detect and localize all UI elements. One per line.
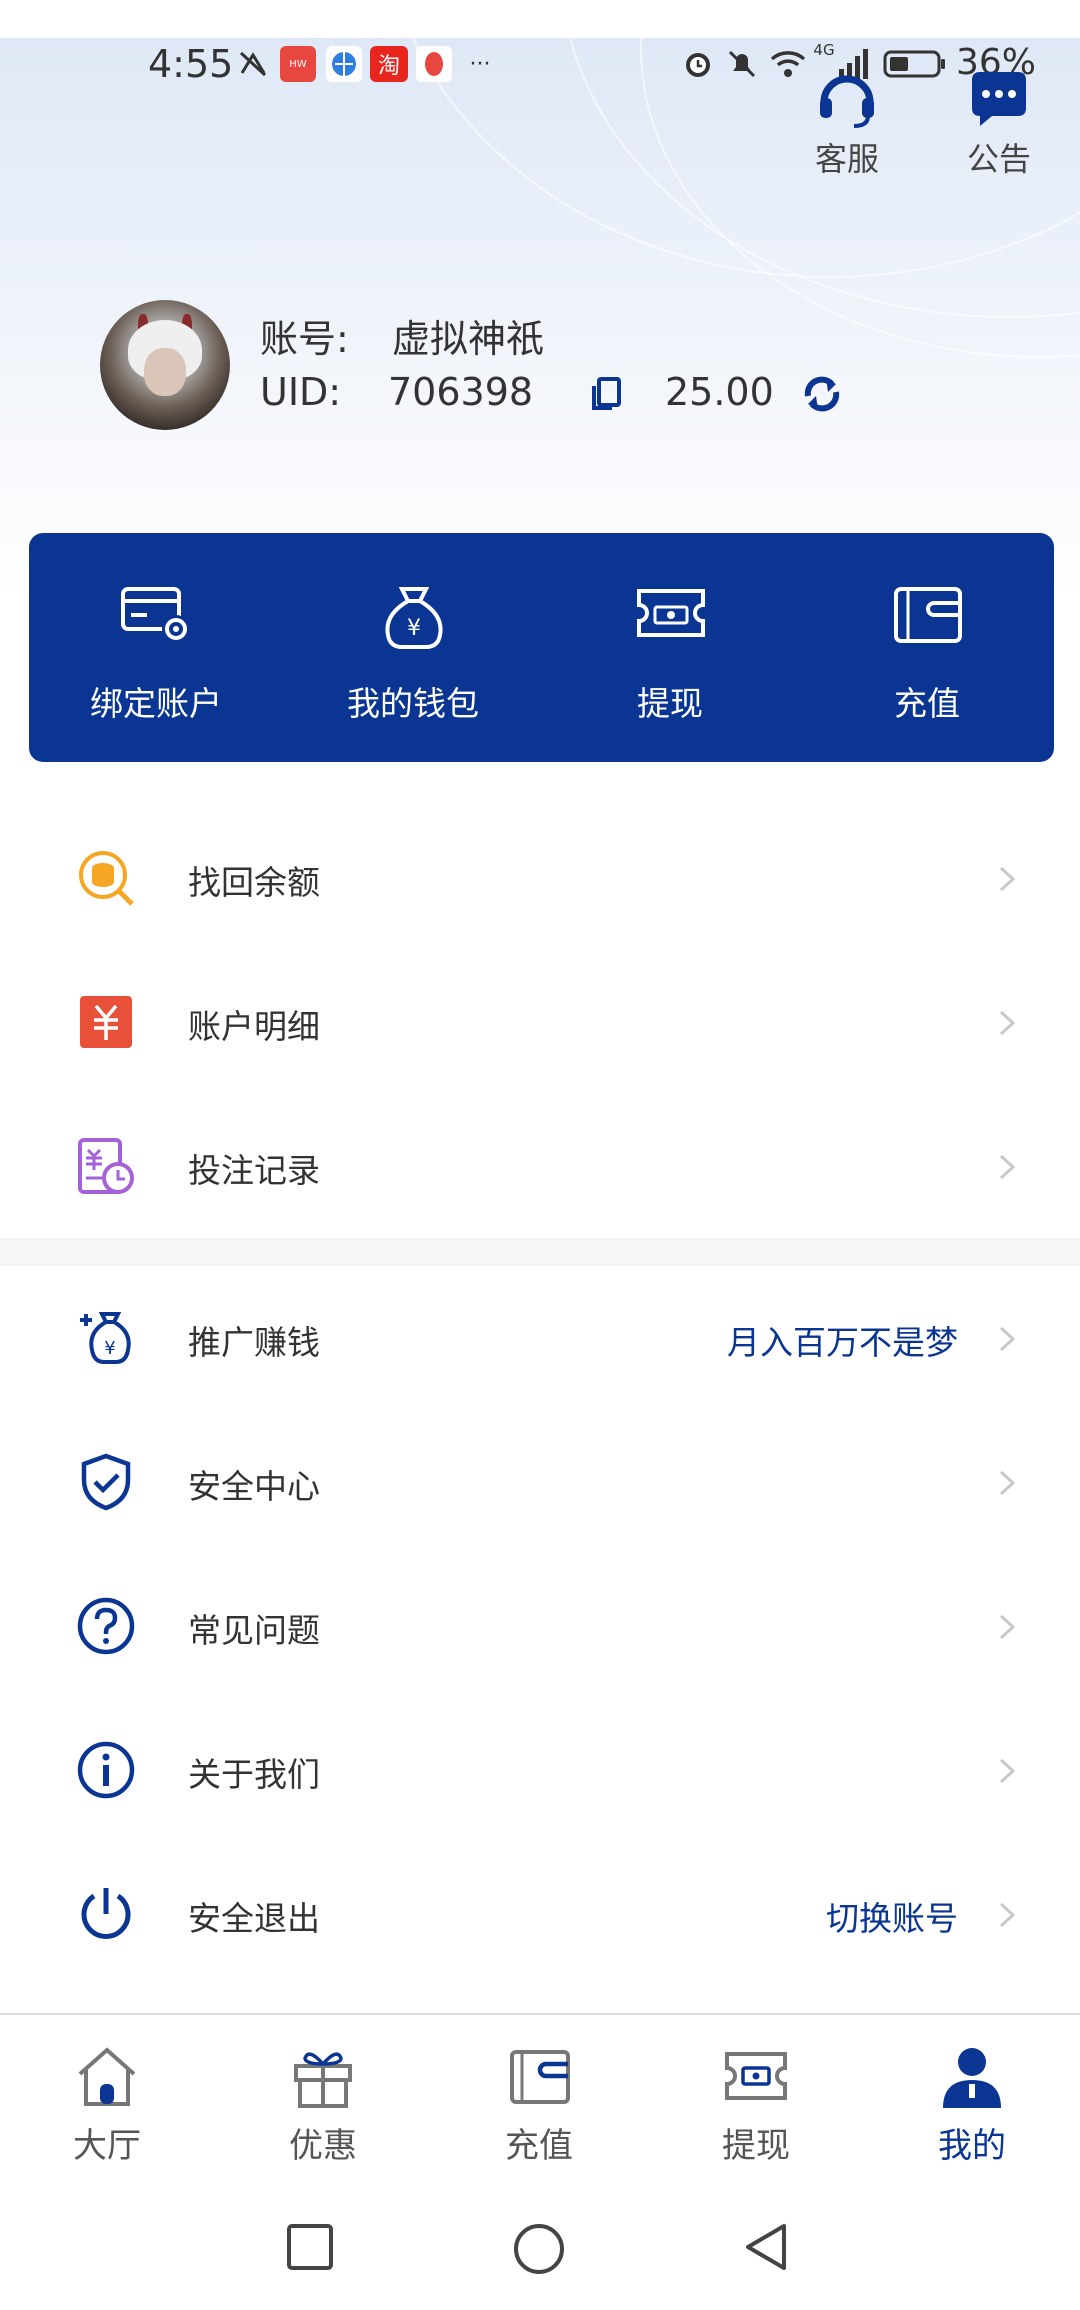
copy-icon[interactable] <box>590 376 624 418</box>
account-label: 账号: <box>260 317 349 361</box>
question-icon <box>77 1597 135 1655</box>
tab-label: 充值 <box>505 2126 573 2166</box>
menu-label: 推广赚钱 <box>188 1323 320 1362</box>
recents-button[interactable] <box>285 2222 335 2272</box>
account-name: 虚拟神祇 <box>392 317 545 361</box>
my-wallet-button[interactable]: ¥ 我的钱包 <box>313 583 513 723</box>
more-notifications-icon: ··· <box>469 51 491 77</box>
balance-value: 25.00 <box>665 370 774 414</box>
announcement-label: 公告 <box>966 140 1031 178</box>
svg-text:¥: ¥ <box>104 1338 115 1359</box>
menu-item-security-center[interactable]: 安全中心 <box>0 1410 1080 1554</box>
huawei-app-icon: HW <box>280 46 316 82</box>
announcement-button[interactable]: 公告 <box>944 64 1054 184</box>
uid-label: UID: <box>260 370 342 414</box>
ticket-icon <box>725 2052 787 2100</box>
menu-item-account-details[interactable]: 账户明细 <box>0 950 1080 1094</box>
status-bar: 4:55 HW 淘 ··· 4G 36% <box>0 38 1080 90</box>
bind-account-label: 绑定账户 <box>90 684 222 723</box>
menu-label: 安全中心 <box>188 1467 320 1506</box>
wallet-icon <box>894 587 962 643</box>
tab-label: 提现 <box>722 2126 790 2166</box>
card-gear-icon <box>121 587 190 643</box>
withdraw-button[interactable]: 提现 <box>570 583 770 723</box>
menu-label: 账户明细 <box>188 1007 320 1046</box>
tab-lobby[interactable]: 大厅 <box>17 2040 197 2170</box>
alarm-icon <box>680 46 716 82</box>
gift-icon <box>294 2052 352 2108</box>
refresh-icon[interactable] <box>800 374 844 418</box>
red-app-icon <box>416 46 452 82</box>
taobao-app-icon: 淘 <box>370 46 408 82</box>
user-icon <box>943 2048 1001 2108</box>
home-icon <box>78 2047 136 2106</box>
tab-bar-divider <box>0 2013 1080 2015</box>
top-strip <box>0 0 1080 38</box>
uid-value: 706398 <box>388 370 534 414</box>
chevron-right-icon <box>999 1902 1016 1928</box>
money-bag-icon: ¥ <box>385 587 443 649</box>
status-time: 4:55 <box>148 42 234 86</box>
chevron-right-icon <box>999 1326 1016 1352</box>
chat-bubble-icon <box>972 72 1026 126</box>
tab-withdraw[interactable]: 提现 <box>666 2040 846 2170</box>
chevron-right-icon <box>999 1470 1016 1496</box>
bet-record-icon <box>78 1138 134 1194</box>
my-wallet-label: 我的钱包 <box>347 684 479 723</box>
bind-account-button[interactable]: 绑定账户 <box>56 583 256 723</box>
promote-slogan: 月入百万不是梦 <box>727 1323 958 1362</box>
recharge-label: 充值 <box>894 684 960 723</box>
silent-mode-icon <box>236 46 270 82</box>
menu-label: 常见问题 <box>188 1611 320 1650</box>
shield-check-icon <box>81 1453 131 1511</box>
info-icon <box>77 1741 135 1799</box>
chevron-right-icon <box>999 1154 1016 1180</box>
quick-action-bar: 绑定账户 ¥ 我的钱包 提现 充值 <box>29 533 1054 762</box>
recharge-button[interactable]: 充值 <box>827 583 1027 723</box>
menu-label: 关于我们 <box>188 1755 320 1794</box>
money-bag-plus-icon: ¥ <box>80 1312 131 1364</box>
withdraw-label: 提现 <box>637 684 703 723</box>
menu-item-recover-balance[interactable]: 找回余额 <box>0 806 1080 950</box>
tab-label: 我的 <box>938 2126 1006 2166</box>
chevron-right-icon <box>999 866 1016 892</box>
svg-text:¥: ¥ <box>407 616 421 641</box>
wallet-icon <box>510 2050 570 2104</box>
network-type: 4G <box>813 41 835 59</box>
menu-item-bet-records[interactable]: 投注记录 <box>0 1094 1080 1238</box>
mute-icon <box>724 46 760 82</box>
ticket-icon <box>637 589 705 637</box>
chevron-right-icon <box>999 1614 1016 1640</box>
tab-label: 优惠 <box>289 2126 357 2166</box>
menu-item-about-us[interactable]: 关于我们 <box>0 1698 1080 1842</box>
home-nav-button[interactable] <box>512 2222 566 2276</box>
coin-search-icon <box>79 851 134 906</box>
chevron-right-icon <box>999 1758 1016 1784</box>
tab-recharge[interactable]: 充值 <box>449 2040 629 2170</box>
menu-label: 投注记录 <box>188 1151 320 1190</box>
menu-label: 安全退出 <box>188 1899 320 1938</box>
section-divider <box>0 1238 1080 1266</box>
menu-item-promote-earn[interactable]: ¥ 推广赚钱 月入百万不是梦 <box>0 1266 1080 1410</box>
menu-label: 找回余额 <box>188 863 320 902</box>
tab-promotions[interactable]: 优惠 <box>233 2040 413 2170</box>
yuan-ledger-icon <box>80 996 132 1048</box>
headset-icon <box>820 75 874 128</box>
back-button[interactable] <box>742 2222 792 2272</box>
switch-account-link[interactable]: 切换账号 <box>826 1892 958 1940</box>
browser-app-icon <box>326 46 362 82</box>
customer-service-label: 客服 <box>814 140 879 178</box>
avatar[interactable] <box>100 300 230 430</box>
menu-item-logout[interactable]: 安全退出 切换账号 <box>0 1842 1080 1986</box>
menu-item-faq[interactable]: 常见问题 <box>0 1554 1080 1698</box>
tab-mine[interactable]: 我的 <box>882 2040 1062 2170</box>
power-icon <box>81 1888 131 1939</box>
chevron-right-icon <box>999 1010 1016 1036</box>
customer-service-button[interactable]: 客服 <box>792 64 902 184</box>
tab-label: 大厅 <box>73 2126 141 2166</box>
